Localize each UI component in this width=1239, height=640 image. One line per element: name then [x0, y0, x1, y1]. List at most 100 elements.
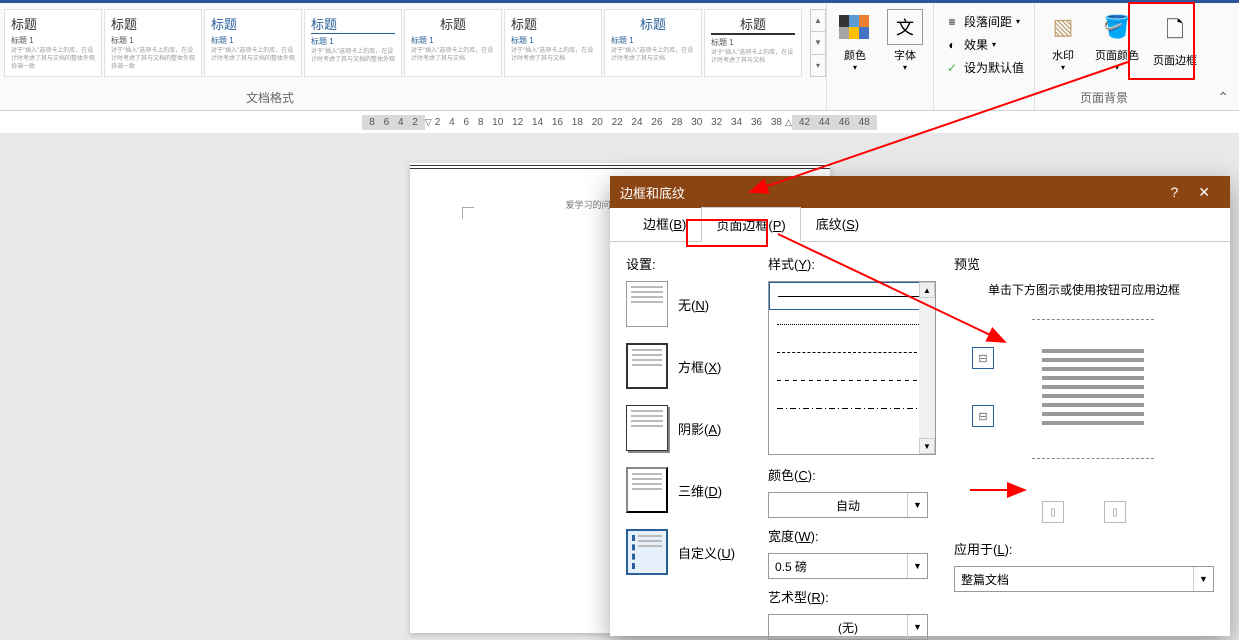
watermark-icon: ▧ [1045, 9, 1081, 45]
dropdown-icon: ▼ [907, 554, 927, 578]
check-icon: ✓ [944, 60, 960, 76]
setting-none[interactable]: 无(N) [626, 281, 750, 327]
style-item-dotted[interactable] [769, 310, 935, 338]
setting-box[interactable]: 方框(X) [626, 343, 750, 389]
preview-page[interactable] [1032, 319, 1154, 459]
borders-shading-dialog: 边框和底纹 ? ✕ 边框(B) 页面边框(P) 底纹(S) 设置: 无(N) [610, 176, 1230, 636]
width-combo[interactable]: 0.5 磅 ▼ [768, 553, 928, 579]
color-combo[interactable]: 自动 ▼ [768, 492, 928, 518]
border-right-button[interactable]: ▯ [1104, 501, 1126, 523]
style-scrollbar[interactable]: ▲ ▼ [919, 282, 935, 454]
dropdown-icon: ▾ [1115, 63, 1119, 72]
style-item-dash-dot[interactable] [769, 394, 935, 422]
style-listbox[interactable]: ▲ ▼ [768, 281, 936, 455]
setting-threed[interactable]: 三维(D) [626, 467, 750, 513]
style-item-solid[interactable] [769, 282, 935, 310]
collapse-ribbon-icon[interactable]: ⌃ [1217, 89, 1229, 106]
dialog-body: 设置: 无(N) 方框(X) 阴影(A) [610, 242, 1230, 634]
ruler: 8 6 4 2 ▽ 2 4 6 8 10 12 14 16 18 20 22 2… [0, 111, 1239, 133]
dialog-tabs: 边框(B) 页面边框(P) 底纹(S) [610, 208, 1230, 242]
preview-box: ⊟ ⊟ [954, 311, 1214, 481]
gallery-down-icon[interactable]: ▼ [811, 32, 825, 54]
border-left-button[interactable]: ▯ [1042, 501, 1064, 523]
style-item-5[interactable]: 标题 标题 1 对于"插入"选项卡上的库，在设计时考虑了其与文档 [404, 9, 502, 77]
apply-combo[interactable]: 整篇文档 ▼ [954, 566, 1214, 592]
tab-shading[interactable]: 底纹(S) [801, 206, 874, 241]
colors-icon [839, 15, 871, 39]
page-border-button[interactable]: 🗋 页面边框 [1149, 7, 1201, 74]
section-label-bg: 页面背景 [1080, 89, 1128, 106]
style-column: 样式(Y): ▲ [768, 254, 936, 622]
ribbon-group-colors-fonts: 颜色 ▾ 文 字体 ▾ [826, 3, 933, 110]
margin-marker-top-left [462, 207, 474, 219]
dropdown-icon: ▾ [1016, 17, 1020, 26]
dialog-titlebar[interactable]: 边框和底纹 ? ✕ [610, 176, 1230, 208]
settings-label: 设置: [626, 254, 750, 273]
gallery-up-icon[interactable]: ▲ [811, 10, 825, 32]
dropdown-icon: ▼ [907, 493, 927, 517]
effects-icon: ◐ [944, 37, 960, 53]
border-top-button[interactable]: ⊟ [972, 347, 994, 369]
effects-button[interactable]: ◐ 效果 ▾ [940, 34, 1000, 55]
close-button[interactable]: ✕ [1188, 184, 1220, 201]
style-item-1[interactable]: 标题 标题 1 对于"插入"选项卡上的库，在设计时考虑了其与文档的整体外观协调一… [4, 9, 102, 77]
colors-button[interactable]: 颜色 ▾ [833, 7, 877, 74]
setting-box-thumb [626, 343, 668, 389]
ruler-main: 2 4 6 8 10 12 14 16 18 20 22 24 26 28 30… [432, 117, 785, 128]
style-item-6[interactable]: 标题 标题 1 对于"插入"选项卡上的库，在设计时考虑了其与文档 [504, 9, 602, 77]
setting-threed-thumb [626, 467, 668, 513]
dropdown-icon: ▼ [907, 615, 927, 639]
page-border-icon: 🗋 [1157, 14, 1193, 50]
help-button[interactable]: ? [1160, 184, 1188, 200]
setting-shadow-thumb [626, 405, 668, 451]
art-label: 艺术型(R): [768, 587, 936, 606]
width-label: 宽度(W): [768, 526, 936, 545]
style-item-4[interactable]: 标题 标题 1 对于"插入"选项卡上的库，在设计时考虑了其与文档的整体外观 [304, 9, 402, 77]
ruler-margin-left: 8 6 4 2 [362, 115, 425, 130]
border-bottom-button[interactable]: ⊟ [972, 405, 994, 427]
preview-side-buttons: ▯ ▯ [954, 501, 1214, 523]
setting-none-thumb [626, 281, 668, 327]
gallery-more-icon[interactable]: ▾ [811, 55, 825, 76]
setting-shadow[interactable]: 阴影(A) [626, 405, 750, 451]
setting-custom[interactable]: 自定义(U) [626, 529, 750, 575]
style-item-8[interactable]: 标题 标题 1 对于"插入"选项卡上的库，在设计时考虑了其与文档 [704, 9, 802, 77]
dropdown-icon: ▾ [992, 40, 996, 49]
style-item-3[interactable]: 标题 标题 1 对于"插入"选项卡上的库，在设计时考虑了其与文档的整体外观 [204, 9, 302, 77]
fonts-icon: 文 [887, 9, 923, 45]
preview-label: 预览 [954, 254, 1214, 273]
ruler-indent-marker-right[interactable]: △ [785, 117, 792, 128]
ribbon-group-formatting: ≡ 段落间距 ▾ ◐ 效果 ▾ ✓ 设为默认值 [933, 3, 1034, 110]
scroll-down-icon[interactable]: ▼ [919, 438, 935, 454]
ruler-indent-marker[interactable]: ▽ [425, 117, 432, 128]
style-item-dash[interactable] [769, 366, 935, 394]
paragraph-spacing-button[interactable]: ≡ 段落间距 ▾ [940, 11, 1024, 32]
color-label: 颜色(C): [768, 465, 936, 484]
ribbon: 标题 标题 1 对于"插入"选项卡上的库，在设计时考虑了其与文档的整体外观协调一… [0, 3, 1239, 111]
dialog-title: 边框和底纹 [620, 183, 685, 202]
page-color-button[interactable]: 🪣 页面颜色 ▾ [1091, 7, 1143, 74]
scroll-up-icon[interactable]: ▲ [919, 282, 935, 298]
art-combo[interactable]: (无) ▼ [768, 614, 928, 640]
set-default-button[interactable]: ✓ 设为默认值 [940, 57, 1028, 78]
apply-label: 应用于(L): [954, 539, 1214, 558]
settings-column: 设置: 无(N) 方框(X) 阴影(A) [626, 254, 750, 622]
page-color-icon: 🪣 [1099, 9, 1135, 45]
style-item-2[interactable]: 标题 标题 1 对于"插入"选项卡上的库，在设计时考虑了其与文档的整体外观协调一… [104, 9, 202, 77]
fonts-button[interactable]: 文 字体 ▾ [883, 7, 927, 74]
preview-hint: 单击下方图示或使用按钮可应用边框 [954, 281, 1214, 299]
tab-page-border[interactable]: 页面边框(P) [701, 207, 800, 242]
style-item-7[interactable]: 标题 标题 1 对于"插入"选项卡上的库，在设计时考虑了其与文档 [604, 9, 702, 77]
styles-gallery-scroll: ▲ ▼ ▾ [810, 9, 826, 77]
style-item-dash-fine[interactable] [769, 338, 935, 366]
style-label: 样式(Y): [768, 254, 936, 273]
dropdown-icon: ▾ [1061, 63, 1065, 72]
section-label-styles: 文档格式 [246, 89, 294, 106]
tab-border[interactable]: 边框(B) [628, 206, 701, 241]
preview-column: 预览 单击下方图示或使用按钮可应用边框 ⊟ ⊟ ▯ [954, 254, 1214, 622]
setting-custom-thumb [626, 529, 668, 575]
watermark-button[interactable]: ▧ 水印 ▾ [1041, 7, 1085, 74]
ruler-margin-right: 42 44 46 48 [792, 115, 877, 130]
styles-gallery: 标题 标题 1 对于"插入"选项卡上的库，在设计时考虑了其与文档的整体外观协调一… [0, 3, 810, 110]
dropdown-icon: ▾ [903, 63, 907, 72]
